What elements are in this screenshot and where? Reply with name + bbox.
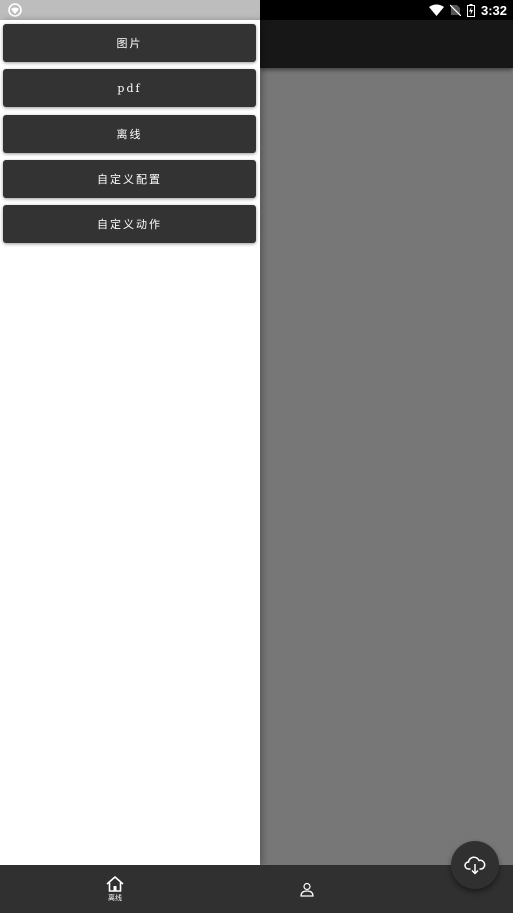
drawer-button-label: pdf: [117, 81, 142, 95]
app-notification-icon: [8, 3, 22, 17]
battery-charging-icon: [466, 3, 475, 17]
drawer-button-pdf[interactable]: pdf: [3, 69, 256, 107]
drawer-button-label: 图片: [116, 37, 143, 50]
drawer-button-custom-config[interactable]: 自定义配置: [3, 160, 256, 198]
navigation-drawer: 图片 pdf 离线 自定义配置 自定义动作: [0, 20, 260, 865]
bottom-navigation: 离线: [0, 865, 513, 913]
drawer-button-images[interactable]: 图片: [3, 24, 256, 62]
nav-item-label: 离线: [108, 893, 122, 902]
home-icon: [106, 875, 124, 892]
drawer-button-offline[interactable]: 离线: [3, 115, 256, 153]
nav-item-profile[interactable]: [267, 865, 347, 913]
status-time: 3:32: [480, 2, 507, 18]
drawer-button-custom-action[interactable]: 自定义动作: [3, 205, 256, 243]
wifi-icon: [428, 4, 444, 16]
cloud-download-button[interactable]: [451, 841, 499, 889]
app-toolbar: [260, 20, 513, 68]
status-icons: 3:32: [428, 0, 507, 20]
status-bar-right: 3:32: [260, 0, 513, 20]
drawer-button-label: 自定义配置: [97, 173, 162, 186]
status-bar-left: [0, 0, 260, 20]
cloud-download-icon: [464, 856, 486, 875]
no-sim-icon: [449, 4, 461, 16]
nav-item-offline[interactable]: 离线: [75, 865, 155, 913]
person-icon: [300, 882, 314, 897]
drawer-button-label: 离线: [116, 128, 143, 141]
drawer-button-label: 自定义动作: [97, 218, 162, 231]
